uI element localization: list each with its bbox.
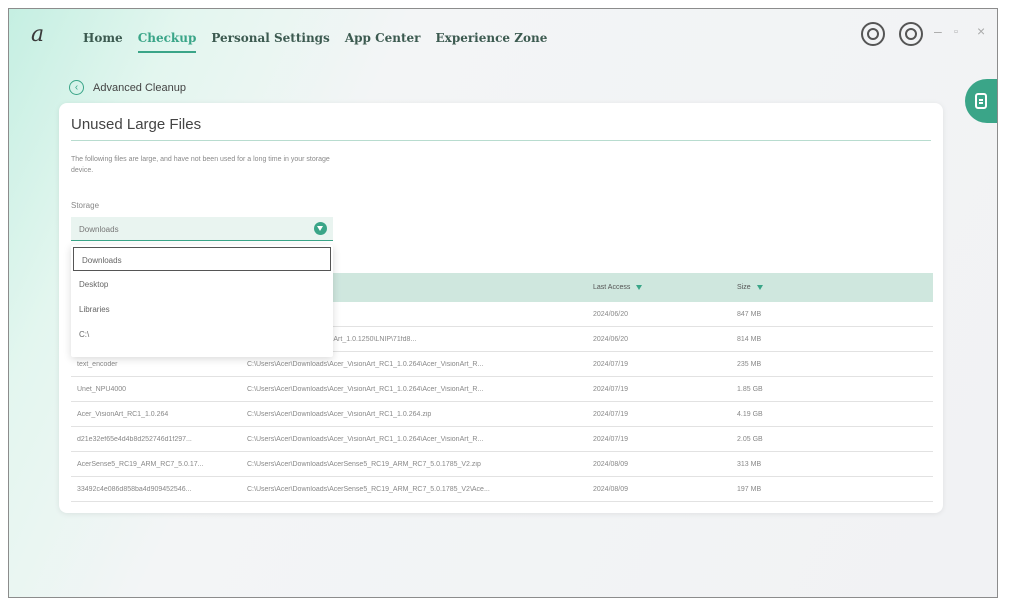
file-size: 2.05 GB — [737, 435, 763, 443]
last-access: 2024/07/19 — [593, 410, 629, 418]
side-panel-button[interactable] — [965, 79, 997, 123]
file-size: 1.85 GB — [737, 385, 763, 393]
storage-label: Storage — [71, 201, 100, 210]
file-size: 814 MB — [737, 335, 762, 343]
breadcrumb-label: Advanced Cleanup — [93, 81, 186, 94]
close-button[interactable]: × — [977, 23, 985, 39]
file-path: C:\Users\Acer\Downloads\AcerSense5_RC19_… — [247, 460, 481, 468]
file-name: d21e32ef65e4d4b8d252746d1f297... — [77, 435, 192, 443]
back-icon[interactable]: ‹ — [69, 80, 84, 95]
file-size: 313 MB — [737, 460, 762, 468]
last-access: 2024/06/20 — [593, 335, 629, 343]
table-row[interactable]: 33492c4e086d858ba4d909452546... C:\Users\… — [71, 477, 933, 502]
file-size: 4.19 GB — [737, 410, 763, 418]
file-name: text_encoder — [77, 360, 118, 368]
tab-checkup[interactable]: Checkup — [137, 31, 196, 53]
last-access: 2024/07/19 — [593, 360, 629, 368]
file-path: C:\Users\Acer\Downloads\AcerSense5_RC19_… — [247, 485, 490, 493]
headset-icon[interactable] — [861, 22, 885, 46]
app-window: a Home Checkup Personal Settings App Cen… — [8, 8, 998, 598]
file-size: 197 MB — [737, 485, 762, 493]
file-name: Unet_NPU4000 — [77, 385, 127, 393]
storage-select-value: Downloads — [79, 225, 119, 234]
last-access: 2024/07/19 — [593, 385, 629, 393]
tab-experience-zone[interactable]: Experience Zone — [436, 31, 548, 45]
file-path: C:\Users\Acer\Downloads\Acer_VisionArt_R… — [247, 410, 432, 418]
top-navigation: a Home Checkup Personal Settings App Cen… — [9, 9, 997, 65]
gear-icon[interactable] — [899, 22, 923, 46]
dropdown-option-desktop[interactable]: Desktop — [71, 271, 333, 296]
storage-select[interactable]: Downloads — [71, 217, 333, 241]
tab-home[interactable]: Home — [83, 31, 123, 45]
tab-personal-settings[interactable]: Personal Settings — [211, 31, 329, 45]
file-path: C:\Users\Acer\Downloads\Acer_VisionArt_R… — [247, 385, 484, 393]
last-access: 2024/08/09 — [593, 460, 629, 468]
dropdown-option-downloads[interactable]: Downloads — [73, 247, 331, 271]
sort-icon — [636, 284, 643, 290]
dropdown-option-libraries[interactable]: Libraries — [71, 296, 333, 321]
breadcrumb: ‹ Advanced Cleanup — [69, 80, 186, 95]
unused-large-files-card: Unused Large Files The following files a… — [59, 103, 943, 513]
file-size: 847 MB — [737, 310, 762, 318]
table-row[interactable]: d21e32ef65e4d4b8d252746d1f297... C:\Users… — [71, 427, 933, 452]
file-path: C:\Users\Acer\Downloads\Acer_VisionArt_R… — [247, 435, 484, 443]
file-name: Acer_VisionArt_RC1_1.0.264 — [77, 410, 169, 418]
chevron-down-icon[interactable] — [314, 222, 327, 235]
last-access: 2024/06/20 — [593, 310, 629, 318]
storage-dropdown: Downloads Desktop Libraries C:\ — [71, 245, 333, 357]
table-row[interactable]: Acer_VisionArt_RC1_1.0.264 C:\Users\Acer\… — [71, 402, 933, 427]
tab-app-center[interactable]: App Center — [345, 31, 421, 45]
last-access: 2024/08/09 — [593, 485, 629, 493]
card-description: The following files are large, and have … — [71, 156, 330, 174]
table-row[interactable]: AcerSense5_RC19_ARM_RC7_5.0.17... C:\User… — [71, 452, 933, 477]
dropdown-option-c-drive[interactable]: C:\ — [71, 321, 333, 346]
sort-icon — [756, 284, 763, 290]
table-row[interactable]: Unet_NPU4000 C:\Users\Acer\Downloads\Acer… — [71, 377, 933, 402]
document-icon — [975, 93, 987, 109]
nav-tabs: Home Checkup Personal Settings App Cente… — [83, 31, 562, 53]
last-access: 2024/07/19 — [593, 435, 629, 443]
file-name: AcerSense5_RC19_ARM_RC7_5.0.17... — [77, 460, 204, 468]
acer-logo: a — [31, 22, 45, 47]
minimize-button[interactable]: – — [934, 23, 942, 39]
file-path: C:\Users\Acer\Downloads\Acer_VisionArt_R… — [247, 360, 484, 368]
file-size: 235 MB — [737, 360, 762, 368]
divider — [71, 140, 931, 141]
card-title: Unused Large Files — [71, 116, 202, 133]
file-name: 33492c4e086d858ba4d909452546... — [77, 485, 192, 493]
header-size[interactable]: Size — [737, 284, 887, 291]
header-last-access[interactable]: Last Access — [593, 284, 737, 291]
maximize-button[interactable]: ▫ — [954, 26, 958, 38]
